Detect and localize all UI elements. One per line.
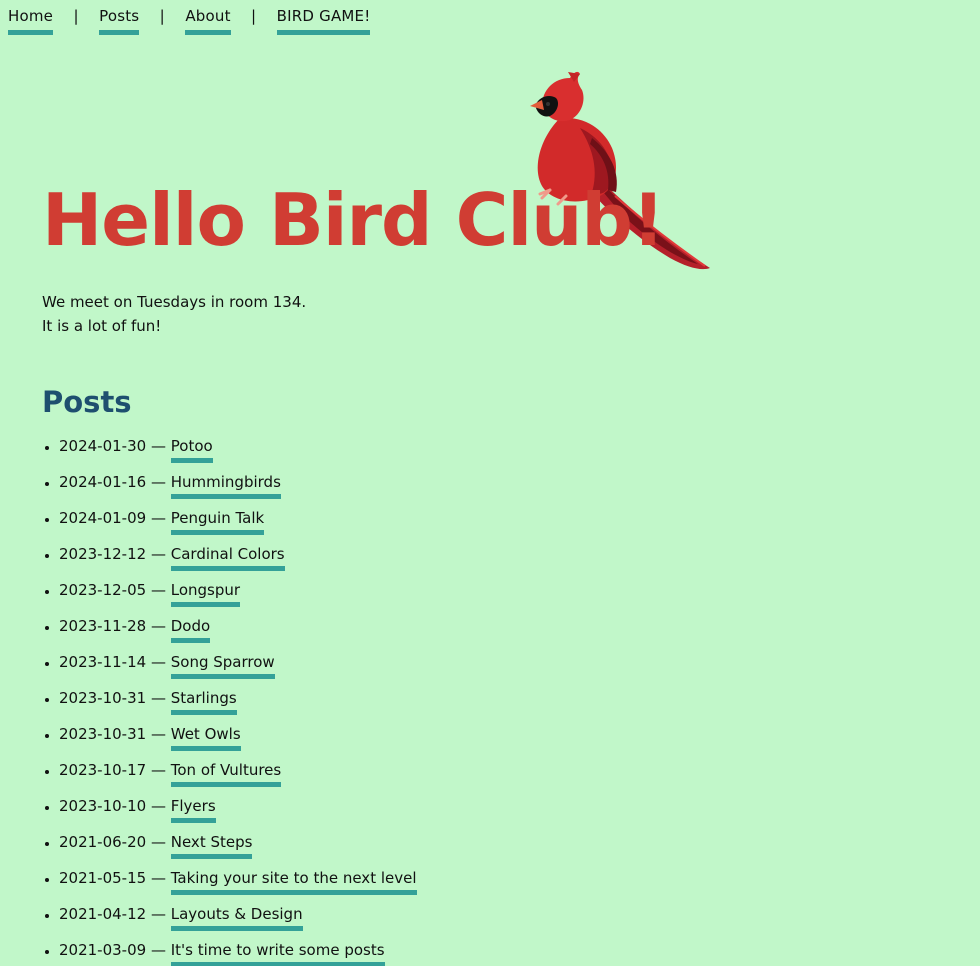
post-separator: — [150, 617, 166, 635]
top-nav: Home | Posts | About | BIRD GAME! [8, 6, 371, 35]
post-list-item: 2021-05-15 — Taking your site to the nex… [59, 866, 417, 902]
post-date: 2023-10-31 [59, 689, 147, 707]
post-link[interactable]: Wet Owls [170, 724, 241, 751]
post-separator: — [150, 653, 166, 671]
post-link[interactable]: Layouts & Design [170, 904, 303, 931]
post-date: 2023-10-31 [59, 725, 147, 743]
post-separator: — [150, 545, 166, 563]
nav-separator: | [159, 7, 165, 25]
post-separator: — [150, 509, 166, 527]
post-list-item: 2023-11-28 — Dodo [59, 614, 417, 650]
intro-text: We meet on Tuesdays in room 134. It is a… [42, 290, 306, 338]
post-date: 2024-01-30 [59, 437, 147, 455]
post-list-item: 2021-06-20 — Next Steps [59, 830, 417, 866]
post-date: 2023-10-17 [59, 761, 147, 779]
post-separator: — [150, 761, 166, 779]
post-link[interactable]: Dodo [170, 616, 211, 643]
nav-separator: | [73, 7, 79, 25]
post-separator: — [150, 473, 166, 491]
post-list-item: 2023-12-05 — Longspur [59, 578, 417, 614]
post-list-item: 2023-10-17 — Ton of Vultures [59, 758, 417, 794]
post-date: 2021-04-12 [59, 905, 147, 923]
post-list-item: 2024-01-30 — Potoo [59, 434, 417, 470]
post-link[interactable]: Penguin Talk [170, 508, 265, 535]
page: Home | Posts | About | BIRD GAME! Hello … [0, 0, 980, 966]
post-separator: — [150, 581, 166, 599]
post-date: 2023-11-14 [59, 653, 147, 671]
post-link[interactable]: Next Steps [170, 832, 253, 859]
post-link[interactable]: Hummingbirds [170, 472, 281, 499]
post-separator: — [150, 437, 166, 455]
post-separator: — [150, 725, 166, 743]
post-link[interactable]: Flyers [170, 796, 216, 823]
post-link[interactable]: Taking your site to the next level [170, 868, 417, 895]
intro-line: It is a lot of fun! [42, 317, 162, 335]
post-link[interactable]: Starlings [170, 688, 237, 715]
post-list-item: 2023-11-14 — Song Sparrow [59, 650, 417, 686]
post-link[interactable]: It's time to write some posts [170, 940, 385, 966]
post-separator: — [150, 689, 166, 707]
post-date: 2023-12-05 [59, 581, 147, 599]
post-list-item: 2023-10-10 — Flyers [59, 794, 417, 830]
post-link[interactable]: Potoo [170, 436, 213, 463]
post-separator: — [150, 869, 166, 887]
nav-separator: | [251, 7, 257, 25]
nav-about-link[interactable]: About [185, 6, 231, 35]
post-list-item: 2023-10-31 — Wet Owls [59, 722, 417, 758]
post-list-item: 2023-12-12 — Cardinal Colors [59, 542, 417, 578]
nav-posts-link[interactable]: Posts [99, 6, 140, 35]
post-link[interactable]: Longspur [170, 580, 241, 607]
post-list-item: 2021-03-09 — It's time to write some pos… [59, 938, 417, 966]
post-link[interactable]: Song Sparrow [170, 652, 275, 679]
post-date: 2023-11-28 [59, 617, 147, 635]
post-list-item: 2024-01-16 — Hummingbirds [59, 470, 417, 506]
post-date: 2021-05-15 [59, 869, 147, 887]
post-link[interactable]: Cardinal Colors [170, 544, 285, 571]
post-list-item: 2024-01-09 — Penguin Talk [59, 506, 417, 542]
post-separator: — [150, 833, 166, 851]
intro-line: We meet on Tuesdays in room 134. [42, 293, 307, 311]
post-list-item: 2021-04-12 — Layouts & Design [59, 902, 417, 938]
post-separator: — [150, 941, 166, 959]
post-date: 2023-12-12 [59, 545, 147, 563]
post-link[interactable]: Ton of Vultures [170, 760, 282, 787]
post-date: 2024-01-09 [59, 509, 147, 527]
post-list: 2024-01-30 — Potoo2024-01-16 — Hummingbi… [42, 434, 417, 966]
posts-heading: Posts [42, 385, 132, 419]
post-date: 2021-06-20 [59, 833, 147, 851]
post-separator: — [150, 797, 166, 815]
nav-bird-game-link[interactable]: BIRD GAME! [276, 6, 371, 35]
nav-home-link[interactable]: Home [8, 6, 54, 35]
post-date: 2023-10-10 [59, 797, 147, 815]
post-date: 2024-01-16 [59, 473, 147, 491]
post-list-item: 2023-10-31 — Starlings [59, 686, 417, 722]
post-date: 2021-03-09 [59, 941, 147, 959]
post-separator: — [150, 905, 166, 923]
page-title: Hello Bird Club! [42, 178, 665, 262]
